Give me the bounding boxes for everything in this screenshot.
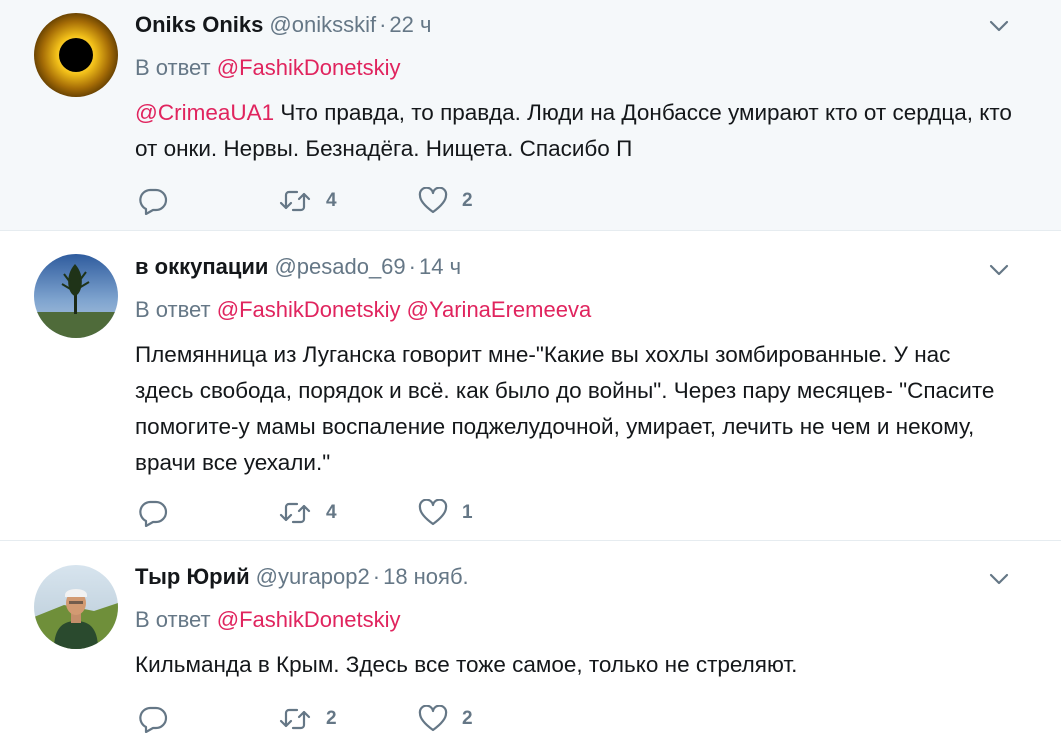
tweet-actions: 4 2 — [138, 185, 538, 217]
tweet[interactable]: в оккупации @pesado_69 · 14 ч В ответ @Fash… — [0, 231, 1061, 541]
tweet-feed: Oniks Oniks @oniksskif · 22 ч В ответ @Fash… — [0, 0, 1061, 735]
reply-context: В ответ @FashikDonetskiy @YarinaEremeeva — [135, 296, 1021, 324]
tweet-timestamp[interactable]: 14 ч — [419, 254, 461, 279]
heart-icon — [418, 187, 448, 215]
like-count: 2 — [462, 708, 473, 729]
author-handle[interactable]: @pesado_69 — [274, 254, 405, 279]
chevron-down-icon[interactable] — [987, 14, 1011, 38]
heart-icon — [418, 705, 448, 733]
reply-button[interactable] — [138, 499, 278, 527]
separator-dot: · — [372, 564, 381, 589]
retweet-icon — [278, 188, 312, 214]
like-count: 2 — [462, 190, 473, 211]
separator-dot: · — [408, 254, 416, 279]
tweet-header: Тыр Юрий @yurapop2 · 18 нояб. — [135, 562, 1021, 592]
chevron-down-icon[interactable] — [987, 258, 1011, 282]
retweet-icon — [278, 500, 312, 526]
retweet-button[interactable]: 4 — [278, 500, 418, 526]
tweet[interactable]: Тыр Юрий @yurapop2 · 18 нояб. В ответ @Fash… — [0, 541, 1061, 735]
tweet-header: в оккупации @pesado_69 · 14 ч — [135, 252, 1021, 282]
tweet-header: Oniks Oniks @oniksskif · 22 ч — [135, 10, 1021, 40]
separator-dot: · — [379, 12, 387, 37]
retweet-icon — [278, 706, 312, 732]
eclipse-sun-avatar[interactable] — [34, 13, 118, 97]
tweet-text: @CrimeaUA1 Что правда, то правда. Люди н… — [135, 95, 1015, 167]
tweet-text: Племянница из Луганска говорит мне-"Каки… — [135, 342, 995, 475]
tweet[interactable]: Oniks Oniks @oniksskif · 22 ч В ответ @Fash… — [0, 0, 1061, 231]
tweet-content: в оккупации @pesado_69 · 14 ч В ответ @Fash… — [135, 252, 1021, 481]
tweet-actions: 2 2 — [138, 703, 538, 735]
retweet-button[interactable]: 4 — [278, 188, 418, 214]
reply-icon — [138, 705, 168, 733]
mention-link[interactable]: @CrimeaUA1 — [135, 100, 274, 125]
author-handle[interactable]: @oniksskif — [269, 12, 376, 37]
reply-button[interactable] — [138, 705, 278, 733]
like-button[interactable]: 1 — [418, 499, 538, 527]
author-handle[interactable]: @yurapop2 — [256, 564, 370, 589]
heart-icon — [418, 499, 448, 527]
reply-button[interactable] — [138, 187, 278, 215]
reply-to-link[interactable]: @YarinaEremeeva — [407, 297, 592, 322]
tweet-text: Кильманда в Крым. Здесь все тоже самое, … — [135, 652, 798, 677]
like-count: 1 — [462, 502, 473, 523]
chevron-down-icon[interactable] — [987, 567, 1011, 591]
reply-icon — [138, 499, 168, 527]
like-button[interactable]: 2 — [418, 187, 538, 215]
author-name[interactable]: в оккупации — [135, 254, 268, 279]
reply-to-link[interactable]: @FashikDonetskiy — [217, 607, 401, 632]
lone-tree-avatar[interactable] — [34, 254, 118, 338]
tweet-content: Тыр Юрий @yurapop2 · 18 нояб. В ответ @Fash… — [135, 562, 1021, 683]
reply-prefix: В ответ — [135, 297, 211, 322]
tweet-actions: 4 1 — [138, 497, 538, 529]
retweet-count: 2 — [326, 708, 337, 729]
author-name[interactable]: Тыр Юрий — [135, 564, 250, 589]
reply-icon — [138, 187, 168, 215]
person-photo-avatar[interactable] — [34, 565, 118, 649]
tweet-content: Oniks Oniks @oniksskif · 22 ч В ответ @Fash… — [135, 10, 1021, 167]
retweet-button[interactable]: 2 — [278, 706, 418, 732]
reply-to-link[interactable]: @FashikDonetskiy — [217, 297, 401, 322]
reply-to-link[interactable]: @FashikDonetskiy — [217, 55, 401, 80]
tweet-timestamp[interactable]: 18 нояб. — [383, 564, 469, 589]
tweet-timestamp[interactable]: 22 ч — [389, 12, 431, 37]
retweet-count: 4 — [326, 190, 337, 211]
reply-prefix: В ответ — [135, 607, 211, 632]
reply-context: В ответ @FashikDonetskiy — [135, 54, 1021, 82]
like-button[interactable]: 2 — [418, 705, 538, 733]
author-name[interactable]: Oniks Oniks — [135, 12, 263, 37]
reply-context: В ответ @FashikDonetskiy — [135, 606, 1021, 634]
reply-prefix: В ответ — [135, 55, 211, 80]
retweet-count: 4 — [326, 502, 337, 523]
